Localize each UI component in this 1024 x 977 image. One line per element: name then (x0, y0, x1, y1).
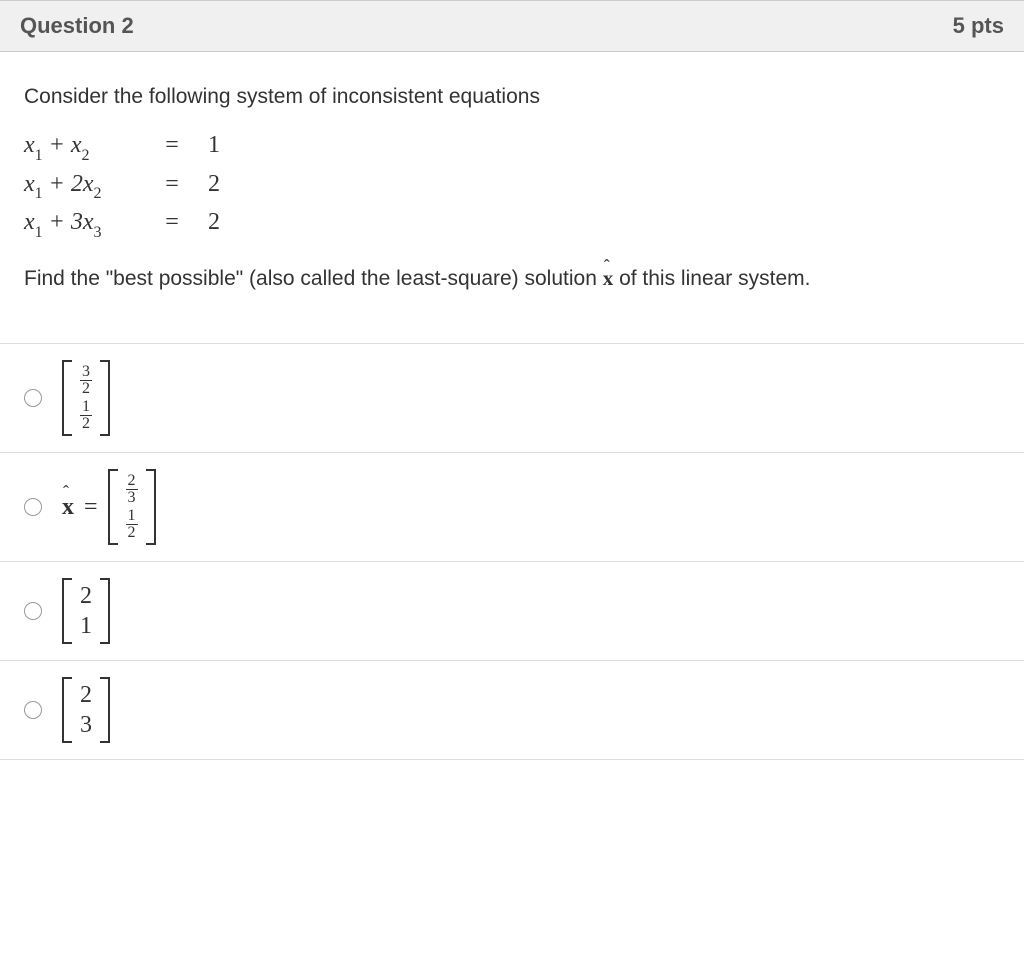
question-body: Consider the following system of inconsi… (0, 52, 1024, 343)
option-a[interactable]: 32 12 (0, 344, 1024, 453)
option-a-math: 32 12 (62, 360, 110, 436)
radio-icon[interactable] (24, 701, 42, 719)
prompt-intro: Consider the following system of inconsi… (24, 82, 1000, 111)
option-c[interactable]: 2 1 (0, 562, 1024, 661)
question-header: Question 2 5 pts (0, 0, 1024, 52)
option-d[interactable]: 2 3 (0, 661, 1024, 760)
equations-block: x1 + x2 = 1 x1 + 2x2 = 2 x1 + 3x3 = 2 (24, 129, 1000, 242)
option-b[interactable]: x = 23 12 (0, 453, 1024, 562)
prompt-ask: Find the "best possible" (also called th… (24, 264, 1000, 293)
equation-row: x1 + x2 = 1 (24, 129, 1000, 165)
option-d-math: 2 3 (62, 677, 110, 743)
equation-row: x1 + 3x3 = 2 (24, 206, 1000, 242)
option-b-math: x = 23 12 (62, 469, 156, 545)
equation-row: x1 + 2x2 = 2 (24, 168, 1000, 204)
answer-options: 32 12 x = 23 12 (0, 343, 1024, 760)
option-c-math: 2 1 (62, 578, 110, 644)
radio-icon[interactable] (24, 498, 42, 516)
question-title: Question 2 (20, 13, 134, 39)
radio-icon[interactable] (24, 602, 42, 620)
radio-icon[interactable] (24, 389, 42, 407)
question-points: 5 pts (953, 13, 1004, 39)
